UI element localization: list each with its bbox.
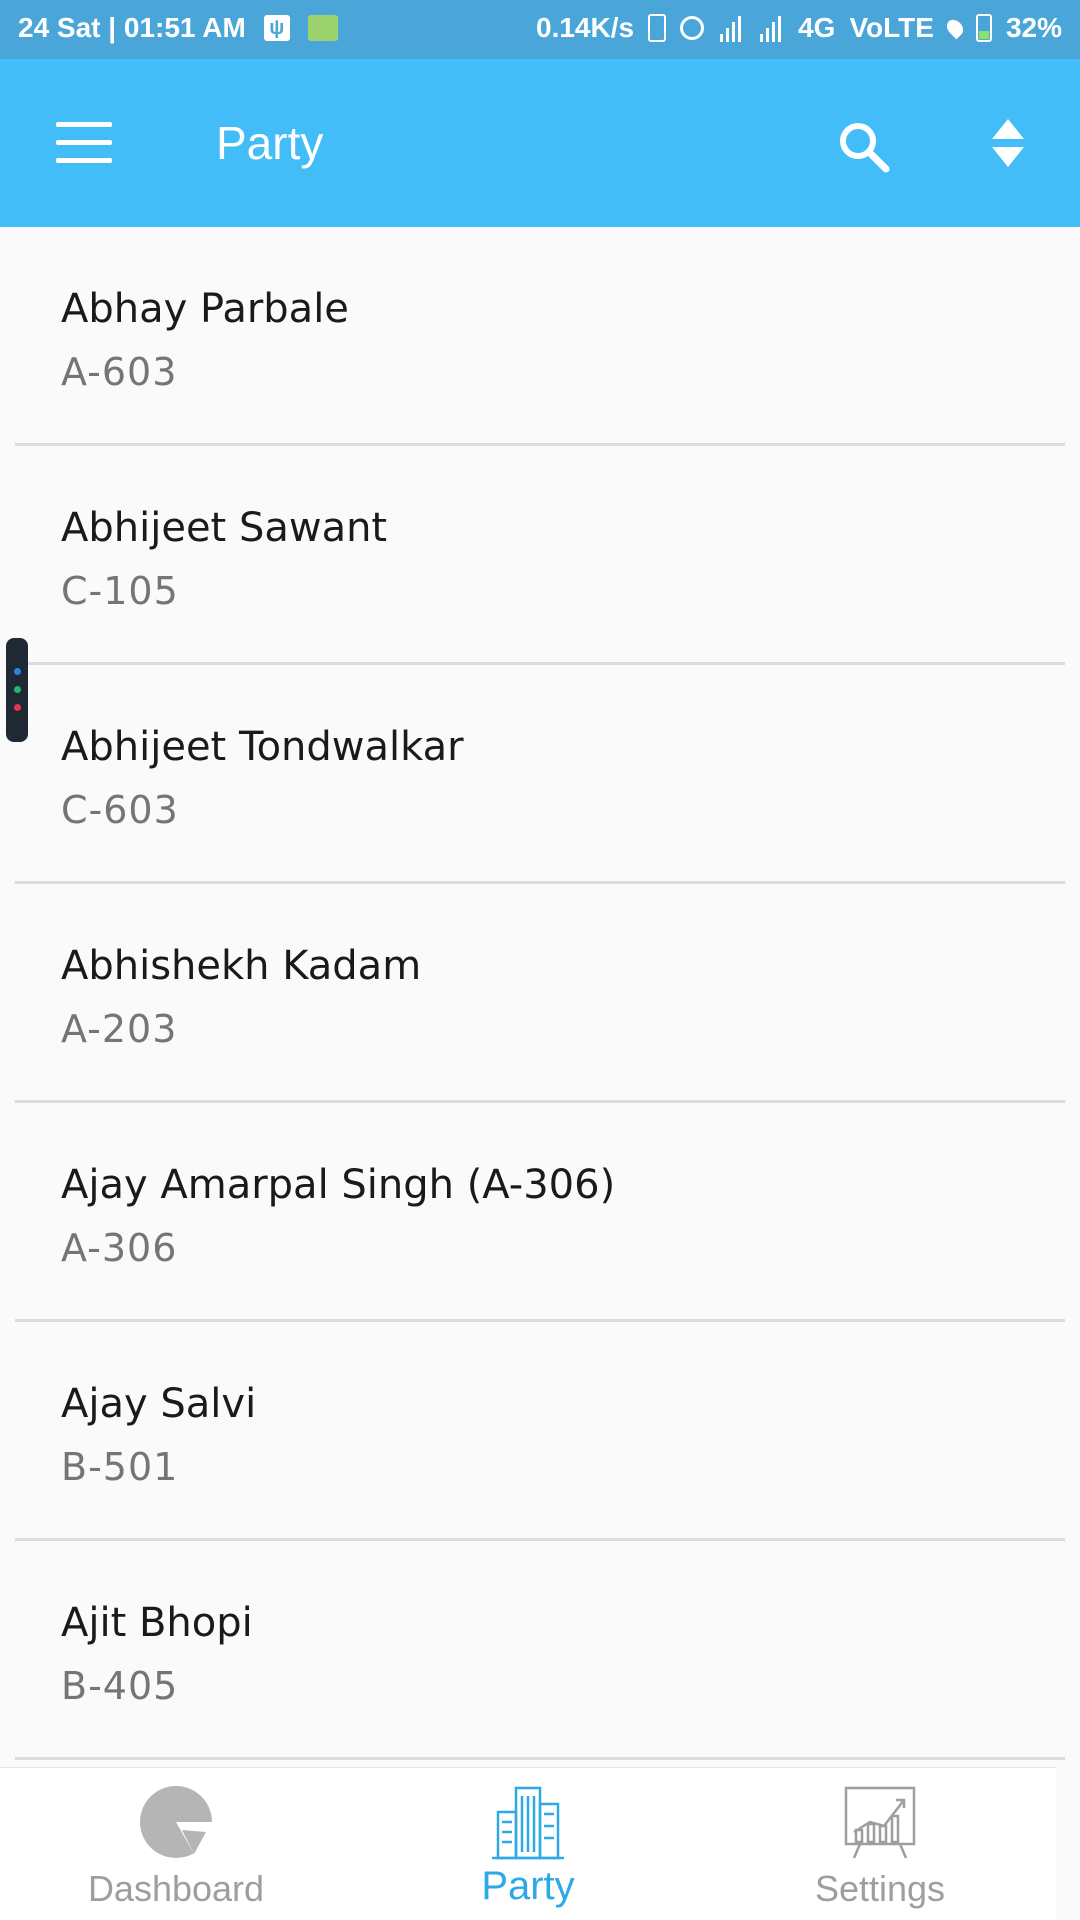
search-icon[interactable] — [836, 119, 892, 175]
party-name: Ajay Amarpal Singh (A-306) — [61, 1162, 616, 1208]
party-code: A-203 — [61, 1007, 178, 1051]
signal-icon-2 — [758, 14, 784, 42]
party-name: Ajit Bhopi — [61, 1600, 253, 1646]
android-debug-icon — [307, 15, 338, 41]
nav-item-party[interactable]: Party — [352, 1768, 704, 1920]
party-name: Abhijeet Tondwalkar — [61, 724, 464, 770]
growth-chart-icon — [840, 1782, 920, 1862]
party-name: Ajay Salvi — [61, 1381, 257, 1427]
sort-icon[interactable] — [990, 119, 1026, 169]
party-list-item[interactable]: Abhishekh Kadam A-203 — [15, 884, 1065, 1103]
party-code: B-405 — [61, 1664, 179, 1708]
status-right: 0.14K/s 4G VoLTE 32% — [536, 12, 1062, 44]
party-name: Abhijeet Sawant — [61, 505, 388, 551]
nav-label-settings: Settings — [814, 1868, 946, 1909]
party-screen: 24 Sat | 01:51 AM ψ 0.14K/s 4G VoLTE 32%… — [0, 0, 1080, 1920]
page-title: Party — [216, 117, 324, 169]
status-bar: 24 Sat | 01:51 AM ψ 0.14K/s 4G VoLTE 32% — [0, 0, 1080, 59]
party-list-item[interactable]: Abhijeet Tondwalkar C-603 — [15, 665, 1065, 884]
party-list-item[interactable]: Abhijeet Sawant C-105 — [15, 446, 1065, 665]
pie-chart-icon — [136, 1782, 216, 1862]
location-icon — [943, 16, 967, 40]
party-code: B-501 — [61, 1445, 179, 1489]
nav-label-party: Party — [481, 1864, 575, 1908]
party-list-item[interactable]: Abhay Parbale A-603 — [15, 227, 1065, 446]
battery-level: 32% — [1005, 12, 1062, 43]
nav-label-dashboard: Dashboard — [87, 1868, 265, 1909]
party-code: A-306 — [61, 1226, 178, 1270]
nav-item-settings[interactable]: Settings — [704, 1768, 1056, 1920]
party-name: Abhishekh Kadam — [61, 943, 422, 989]
app-bar: Party — [0, 59, 1080, 227]
volte-label: VoLTE — [849, 12, 934, 43]
party-list-item[interactable]: Ajay Amarpal Singh (A-306) A-306 — [15, 1103, 1065, 1322]
party-list-item[interactable]: Ajit Bhopi B-405 — [15, 1541, 1065, 1760]
party-code: C-603 — [61, 788, 179, 832]
edge-panel-handle[interactable] — [6, 638, 28, 742]
party-list: Abhay Parbale A-603 Abhijeet Sawant C-10… — [0, 227, 1080, 1767]
signal-icon — [718, 14, 744, 42]
status-left: 24 Sat | 01:51 AM ψ — [18, 12, 338, 44]
party-code: C-105 — [61, 569, 179, 613]
bottom-navigation: Dashboard Party Settings — [0, 1767, 1056, 1920]
nav-item-dashboard[interactable]: Dashboard — [0, 1768, 352, 1920]
sync-icon — [680, 16, 705, 40]
party-list-item[interactable]: Ajay Salvi B-501 — [15, 1322, 1065, 1541]
status-date-time: 24 Sat | 01:51 AM — [18, 12, 246, 43]
phone-icon — [648, 14, 667, 42]
usb-icon: ψ — [263, 15, 290, 41]
network-type: 4G — [798, 12, 836, 43]
network-speed: 0.14K/s — [536, 12, 635, 43]
hamburger-menu-icon[interactable] — [56, 122, 112, 164]
battery-icon — [975, 14, 992, 42]
party-name: Abhay Parbale — [61, 286, 349, 332]
party-code: A-603 — [61, 350, 178, 394]
buildings-icon — [488, 1782, 568, 1862]
